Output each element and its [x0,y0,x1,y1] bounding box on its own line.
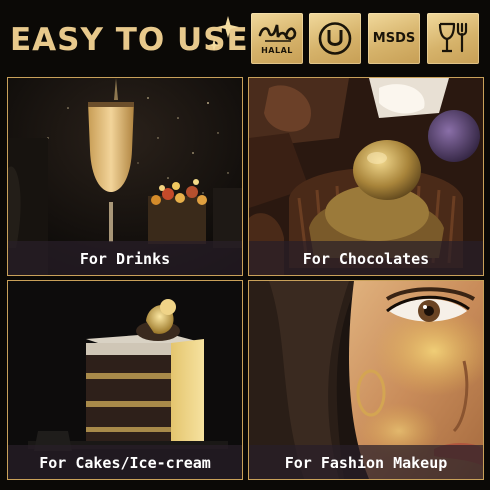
food-safe-icon [438,22,468,53]
caption-makeup: For Fashion Makeup [284,454,448,472]
panel-chocolates: For Chocolates [248,77,484,276]
msds-label: MSDS [372,31,416,46]
food-safe-badge [427,13,479,64]
sparkle-icon [208,16,239,51]
panel-drinks: For Drinks [7,77,243,276]
panel-makeup: For Fashion Makeup [248,280,484,480]
halal-icon [258,24,297,42]
halal-label: HALAL [261,46,293,55]
panel-cakes: For Cakes/Ice-cream [7,280,243,480]
caption-chocolates: For Chocolates [302,250,430,268]
kosher-badge [309,13,361,64]
header: EASY TO USE HALAL MSDS [0,0,490,72]
caption-cakes: For Cakes/Ice-cream [39,454,211,472]
msds-badge: MSDS [368,13,420,64]
kosher-u-icon [318,22,352,55]
halal-badge: HALAL [251,13,303,64]
caption-drinks: For Drinks [79,250,171,268]
